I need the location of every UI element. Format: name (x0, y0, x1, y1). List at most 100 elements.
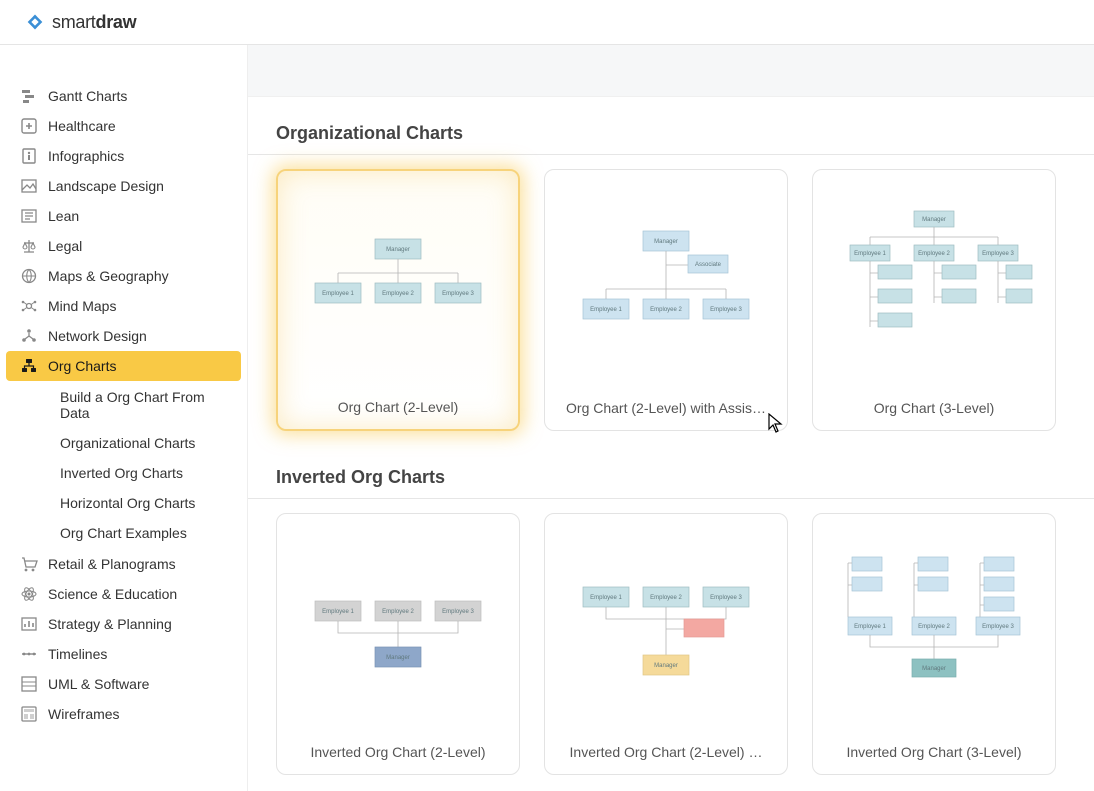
sidebar-item-globe[interactable]: Maps & Geography (6, 261, 241, 291)
content-area: Organizational Charts Manager Employee 1… (248, 45, 1094, 791)
sidebar-item-cart[interactable]: Retail & Planograms (6, 549, 241, 579)
template-thumbnail: Manager Employee 1 Employee 2 Employee 3 (827, 184, 1041, 390)
svg-text:Employee 3: Employee 3 (442, 609, 474, 615)
svg-text:Manager: Manager (922, 217, 946, 223)
template-thumbnail: Manager Employee 1 Employee 2 Employee 3 (292, 185, 504, 389)
wire-icon (20, 705, 38, 723)
svg-text:Employee 3: Employee 3 (710, 307, 742, 313)
sidebar-item-label: Maps & Geography (48, 268, 169, 284)
svg-text:Manager: Manager (386, 247, 410, 253)
sidebar-subitem[interactable]: Inverted Org Charts (6, 459, 241, 487)
template-card-label: Inverted Org Chart (2-Level) … (559, 734, 773, 760)
sidebar-item-gantt[interactable]: Gantt Charts (6, 81, 241, 111)
sidebar-item-label: Healthcare (48, 118, 116, 134)
svg-text:Employee 1: Employee 1 (590, 595, 622, 601)
sidebar-item-label: Timelines (48, 646, 107, 662)
svg-text:Associate: Associate (695, 262, 722, 268)
sidebar-item-plus[interactable]: Healthcare (6, 111, 241, 141)
sidebar-item-label: Landscape Design (48, 178, 164, 194)
template-card[interactable]: Manager Associate Employee 1 Employee 2 … (544, 169, 788, 431)
svg-text:Employee 1: Employee 1 (854, 624, 886, 630)
sidebar-subitem[interactable]: Build a Org Chart From Data (6, 383, 241, 427)
mind-icon (20, 297, 38, 315)
template-card-label: Org Chart (2-Level) with Assis… (559, 390, 773, 416)
template-card-label: Inverted Org Chart (2-Level) (291, 734, 505, 760)
template-thumbnail: Manager Associate Employee 1 Employee 2 … (559, 184, 773, 390)
cart-icon (20, 555, 38, 573)
sidebar-item-org[interactable]: Org Charts (6, 351, 241, 381)
svg-text:Employee 2: Employee 2 (918, 251, 950, 257)
template-card-label: Org Chart (2-Level) (292, 389, 504, 415)
sidebar-item-label: Mind Maps (48, 298, 116, 314)
sidebar-item-label: Science & Education (48, 586, 177, 602)
svg-text:Manager: Manager (654, 239, 678, 245)
svg-text:Employee 1: Employee 1 (322, 291, 354, 297)
sidebar-subitem[interactable]: Org Chart Examples (6, 519, 241, 547)
svg-text:Employee 1: Employee 1 (590, 307, 622, 313)
org-icon (20, 357, 38, 375)
sidebar-item-uml[interactable]: UML & Software (6, 669, 241, 699)
sidebar-item-label: UML & Software (48, 676, 149, 692)
section-title: Inverted Org Charts (248, 451, 1094, 499)
svg-text:Manager: Manager (654, 663, 678, 669)
template-card-label: Org Chart (3-Level) (827, 390, 1041, 416)
sidebar-item-label: Network Design (48, 328, 147, 344)
sidebar-item-label: Retail & Planograms (48, 556, 176, 572)
sidebar-item-label: Legal (48, 238, 82, 254)
strategy-icon (20, 615, 38, 633)
lean-icon (20, 207, 38, 225)
sidebar-item-label: Infographics (48, 148, 124, 164)
template-card[interactable]: Employee 1 Employee 2 Employee 3 Manager… (544, 513, 788, 775)
timeline-icon (20, 645, 38, 663)
template-thumbnail: Employee 1 Employee 2 Employee 3 Manager (291, 528, 505, 734)
uml-icon (20, 675, 38, 693)
sidebar: Gantt Charts Healthcare Infographics Landsc… (0, 45, 248, 791)
sidebar-item-info[interactable]: Infographics (6, 141, 241, 171)
template-row: Manager Employee 1 Employee 2 Employee 3… (248, 169, 1094, 451)
template-card-label: Inverted Org Chart (3-Level) (827, 734, 1041, 760)
sidebar-item-network[interactable]: Network Design (6, 321, 241, 351)
brand-logo[interactable]: smartdraw (24, 11, 136, 33)
svg-text:Employee 1: Employee 1 (854, 251, 886, 257)
info-icon (20, 147, 38, 165)
template-card[interactable]: Employee 1 Employee 2 Employee 3 Manager… (276, 513, 520, 775)
template-card[interactable]: Manager Employee 1 Employee 2 Employee 3… (812, 169, 1056, 431)
svg-text:Employee 2: Employee 2 (650, 595, 682, 601)
sidebar-item-atom[interactable]: Science & Education (6, 579, 241, 609)
template-card[interactable]: Employee 1 Employee 2 Employee 3 Manager… (812, 513, 1056, 775)
plus-icon (20, 117, 38, 135)
sidebar-item-wire[interactable]: Wireframes (6, 699, 241, 729)
sidebar-item-label: Wireframes (48, 706, 120, 722)
sidebar-item-label: Strategy & Planning (48, 616, 172, 632)
sidebar-item-lean[interactable]: Lean (6, 201, 241, 231)
sidebar-item-mind[interactable]: Mind Maps (6, 291, 241, 321)
sidebar-item-timeline[interactable]: Timelines (6, 639, 241, 669)
sidebar-item-scales[interactable]: Legal (6, 231, 241, 261)
landscape-icon (20, 177, 38, 195)
globe-icon (20, 267, 38, 285)
network-icon (20, 327, 38, 345)
atom-icon (20, 585, 38, 603)
svg-text:Employee 2: Employee 2 (650, 307, 682, 313)
sidebar-subitem[interactable]: Horizontal Org Charts (6, 489, 241, 517)
svg-text:Employee 3: Employee 3 (982, 251, 1014, 257)
sidebar-item-label: Org Charts (48, 358, 116, 374)
svg-text:Manager: Manager (922, 666, 946, 672)
svg-text:Employee 1: Employee 1 (322, 609, 354, 615)
template-row: Employee 1 Employee 2 Employee 3 Manager… (248, 513, 1094, 791)
sidebar-subitem[interactable]: Organizational Charts (6, 429, 241, 457)
svg-text:Employee 3: Employee 3 (982, 624, 1014, 630)
sidebar-item-strategy[interactable]: Strategy & Planning (6, 609, 241, 639)
svg-text:Employee 2: Employee 2 (382, 609, 414, 615)
section-title: Organizational Charts (248, 107, 1094, 155)
template-card[interactable]: Manager Employee 1 Employee 2 Employee 3… (276, 169, 520, 431)
scales-icon (20, 237, 38, 255)
sidebar-item-label: Gantt Charts (48, 88, 127, 104)
template-thumbnail: Employee 1 Employee 2 Employee 3 Manager (827, 528, 1041, 734)
svg-text:Employee 3: Employee 3 (442, 291, 474, 297)
gantt-icon (20, 87, 38, 105)
logo-icon (24, 11, 46, 33)
template-thumbnail: Employee 1 Employee 2 Employee 3 Manager (559, 528, 773, 734)
sidebar-item-landscape[interactable]: Landscape Design (6, 171, 241, 201)
app-header: smartdraw (0, 0, 1094, 45)
